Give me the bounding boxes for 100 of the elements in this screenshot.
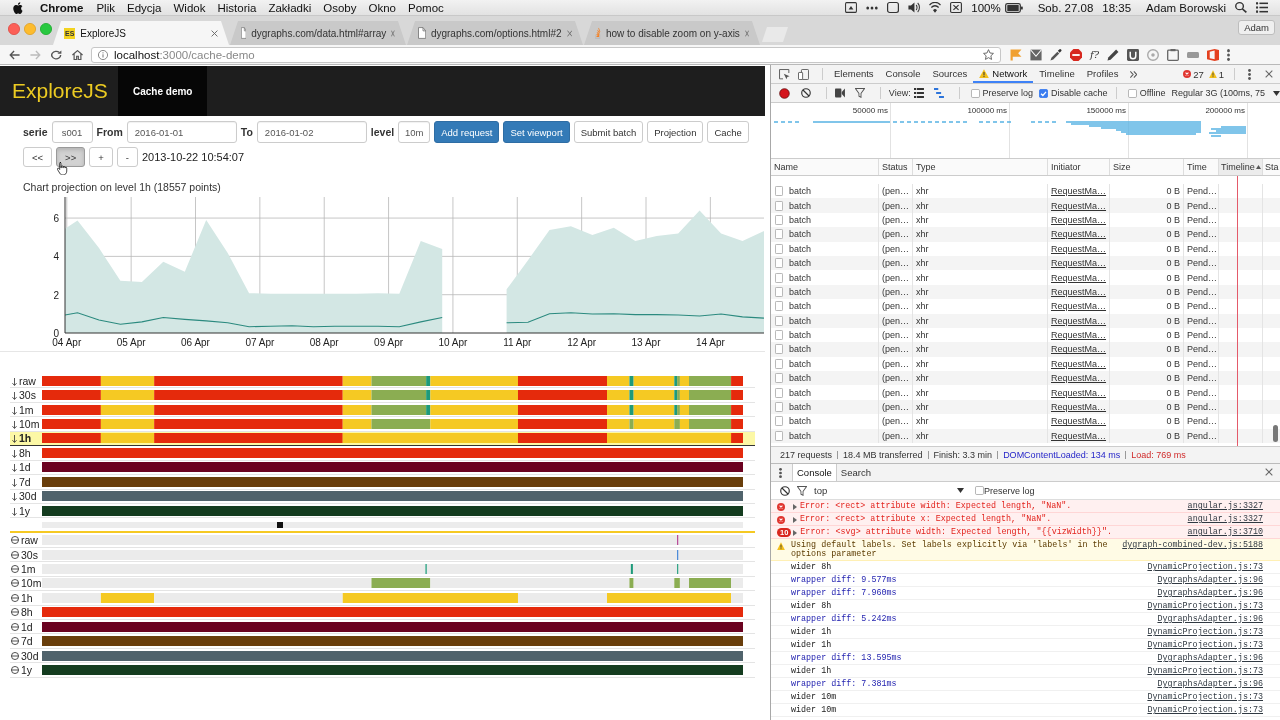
source-link[interactable]: DynamicProjection.js:73 — [1147, 641, 1263, 650]
minus-circle-icon[interactable] — [11, 564, 19, 573]
minus-circle-icon[interactable] — [11, 608, 19, 617]
request-name[interactable]: batch — [789, 330, 812, 341]
arrow-down-icon[interactable] — [12, 464, 17, 473]
profile-button[interactable]: Adam — [1238, 19, 1275, 35]
panel-tab[interactable]: Console — [879, 65, 927, 83]
record-icon[interactable] — [779, 87, 790, 99]
browser-tab[interactable]: how to disable zoom on y-axis — [584, 21, 760, 45]
request-name[interactable]: batch — [789, 301, 812, 312]
cache-level-row[interactable]: 30d — [10, 489, 755, 504]
request-name[interactable]: batch — [789, 387, 812, 398]
source-link[interactable]: DygraphsAdapter.js:96 — [1157, 576, 1263, 585]
menu-item[interactable]: Widok — [173, 1, 206, 14]
request-name[interactable]: batch — [789, 416, 812, 427]
close-icon[interactable] — [211, 29, 218, 37]
action-button[interactable]: Cache — [707, 121, 749, 143]
wifi-icon[interactable] — [929, 2, 942, 13]
arrow-down-icon[interactable] — [12, 377, 17, 386]
column-header[interactable]: Initiator — [1048, 159, 1110, 175]
initiator-link[interactable]: RequestMa… — [1051, 186, 1107, 197]
initiator-link[interactable]: RequestMa… — [1051, 402, 1107, 413]
column-header[interactable]: Size — [1110, 159, 1184, 175]
column-header[interactable]: Status — [879, 159, 913, 175]
envelope-icon[interactable] — [1030, 48, 1042, 61]
source-link[interactable]: DygraphsAdapter.js:96 — [1157, 615, 1263, 624]
arrow-down-icon[interactable] — [12, 478, 17, 487]
arrow-down-icon[interactable] — [12, 392, 17, 401]
step-button[interactable]: - — [116, 147, 138, 167]
initiator-link[interactable]: RequestMa… — [1051, 315, 1107, 326]
request-name[interactable]: batch — [789, 430, 812, 441]
arrow-down-icon[interactable] — [12, 507, 17, 516]
input-field[interactable]: 10m — [398, 121, 431, 143]
input-field[interactable]: s001 — [51, 121, 93, 143]
back-icon[interactable] — [9, 49, 20, 60]
office-icon[interactable] — [1207, 48, 1220, 61]
request-name[interactable]: batch — [789, 402, 812, 413]
browser-tab[interactable]: dygraphs.com/options.html#2 — [407, 21, 583, 45]
user-name[interactable]: Adam Borowski — [1146, 1, 1226, 14]
request-name[interactable]: batch — [789, 358, 812, 369]
extension-button[interactable]: f? — [1090, 49, 1100, 60]
more-tabs-icon[interactable] — [1130, 70, 1138, 78]
minus-circle-icon[interactable] — [11, 651, 19, 660]
close-icon[interactable] — [1265, 468, 1273, 476]
scrubber-handle[interactable] — [277, 521, 284, 528]
home-icon[interactable] — [72, 49, 83, 60]
projection-level-row[interactable]: 1h — [10, 591, 755, 606]
column-header[interactable]: Timeline — [1219, 159, 1263, 175]
menu-item[interactable]: Osoby — [323, 1, 357, 14]
source-link[interactable]: angular.js:3327 — [1187, 502, 1263, 511]
info-icon[interactable] — [98, 49, 108, 60]
cache-level-row[interactable]: raw — [10, 374, 755, 389]
panel-tab[interactable]: Elements — [828, 65, 880, 83]
projection-level-row[interactable]: 8h — [10, 605, 755, 620]
display-icon[interactable] — [845, 2, 858, 13]
projection-level-row[interactable]: raw — [10, 533, 755, 548]
clock-date[interactable]: Sob. 27.08 — [1037, 1, 1094, 14]
device-icon[interactable] — [798, 68, 809, 80]
menu-item[interactable]: Chrome — [40, 1, 84, 14]
checkbox-label[interactable]: Disable cache — [1051, 88, 1108, 98]
clear-icon[interactable] — [800, 88, 811, 98]
projection-level-row[interactable]: 30s — [10, 547, 755, 563]
projection-level-row[interactable]: 30d — [10, 648, 755, 664]
initiator-link[interactable]: RequestMa… — [1051, 358, 1107, 369]
clock-time[interactable]: 18:35 — [1102, 1, 1132, 14]
initiator-link[interactable]: RequestMa… — [1051, 416, 1107, 427]
scrollbar-thumb[interactable] — [1273, 425, 1278, 442]
inspect-icon[interactable] — [779, 68, 790, 80]
source-link[interactable]: DynamicProjection.js:73 — [1147, 628, 1263, 637]
drawer-tab[interactable]: Search — [836, 464, 875, 481]
crossed-box-icon[interactable] — [950, 2, 963, 13]
cache-level-row[interactable]: 8h — [10, 446, 755, 461]
initiator-link[interactable]: RequestMa… — [1051, 373, 1107, 384]
checkbox[interactable] — [1039, 88, 1049, 98]
source-link[interactable]: DynamicProjection.js:73 — [1147, 693, 1263, 702]
battery-icon[interactable] — [1004, 2, 1023, 13]
checkbox-label[interactable]: Preserve log — [982, 88, 1034, 98]
projection-level-row[interactable]: 7d — [10, 634, 755, 649]
initiator-link[interactable]: RequestMa… — [1051, 214, 1107, 225]
menu-item[interactable]: Edycja — [127, 1, 162, 14]
minus-circle-icon[interactable] — [11, 622, 19, 631]
initiator-link[interactable]: RequestMa… — [1051, 286, 1107, 297]
nav-link[interactable]: Cache demo — [118, 66, 208, 116]
cache-level-row[interactable]: 1d — [10, 460, 755, 476]
eyedropper-icon[interactable] — [1050, 48, 1062, 61]
minus-circle-icon[interactable] — [11, 550, 19, 559]
error-count[interactable]: 27 — [1193, 68, 1204, 80]
brand-logo[interactable]: ExploreJS — [0, 66, 118, 116]
source-link[interactable]: angular.js:3710 — [1187, 528, 1263, 537]
filter-icon[interactable] — [854, 88, 865, 98]
cache-level-row[interactable]: 1m — [10, 402, 755, 418]
cache-level-row[interactable]: 7d — [10, 475, 755, 490]
step-button[interactable]: << — [23, 147, 53, 167]
request-name[interactable]: batch — [789, 258, 812, 269]
step-button[interactable]: >> — [56, 147, 86, 167]
projection-level-row[interactable]: 1y — [10, 663, 755, 678]
projection-level-row[interactable]: 10m — [10, 576, 755, 592]
request-name[interactable]: batch — [789, 286, 812, 297]
arrow-down-icon[interactable] — [12, 435, 17, 444]
letter-tile-icon[interactable] — [1127, 48, 1140, 61]
